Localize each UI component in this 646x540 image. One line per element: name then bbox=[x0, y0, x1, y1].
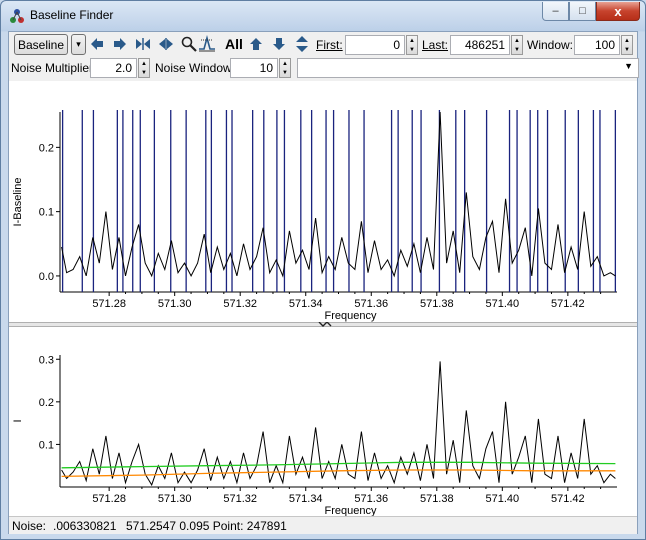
top-plot-panel[interactable]: 571.28 571.30 571.32 571.34 571.36 571.38 571.… bbox=[9, 81, 637, 322]
x-tick-label: 571.38 bbox=[420, 493, 454, 505]
close-icon: x bbox=[614, 3, 622, 19]
minimize-icon: – bbox=[552, 5, 559, 17]
x-tick-label: 571.30 bbox=[158, 298, 192, 310]
series-line-0 bbox=[61, 111, 616, 278]
noise-multiplier-spinner[interactable]: ▲ ▼ bbox=[138, 58, 150, 78]
shrink-horizontal-icon[interactable] bbox=[134, 35, 152, 53]
x-tick-label: 571.36 bbox=[354, 493, 388, 505]
last-label-text: Last: bbox=[422, 38, 449, 52]
x-tick-label: 571.32 bbox=[223, 493, 257, 505]
x-tick-label: 571.40 bbox=[485, 493, 519, 505]
y-tick-label: 0.1 bbox=[39, 439, 54, 451]
y-axis-label: I-Baseline bbox=[12, 178, 24, 227]
x-axis-label: Frequency bbox=[325, 505, 377, 516]
all-button[interactable]: All bbox=[225, 36, 243, 52]
noise-window-label: Noise Window: bbox=[155, 61, 236, 75]
baseline-dropdown-button[interactable]: ▾ bbox=[71, 34, 86, 55]
y-tick-label: 0.2 bbox=[39, 397, 54, 409]
last-label: Last: bbox=[422, 38, 448, 52]
expand-horizontal-icon[interactable] bbox=[157, 35, 175, 53]
window-spinner[interactable]: ▲ ▼ bbox=[621, 35, 633, 55]
baseline-button[interactable]: Baseline bbox=[14, 34, 68, 55]
arrow-left-icon[interactable] bbox=[88, 35, 106, 53]
x-tick-label: 571.36 bbox=[354, 298, 388, 310]
x-tick-label: 571.40 bbox=[485, 298, 519, 310]
arrow-down-icon[interactable] bbox=[270, 35, 288, 53]
noise-status-label: Noise: bbox=[12, 519, 47, 533]
bottom-plot[interactable]: 571.28 571.30 571.32 571.34 571.36 571.38 571.… bbox=[9, 327, 637, 517]
title-bar[interactable]: Baseline Finder – □ x bbox=[1, 1, 645, 31]
last-spinner[interactable]: ▲ ▼ bbox=[511, 35, 523, 55]
main-toolbar: Baseline ▾ All First: 0 ▲ ▼ Last: 486251… bbox=[9, 32, 637, 57]
x-tick-label: 571.38 bbox=[420, 298, 454, 310]
x-tick-label: 571.28 bbox=[92, 493, 126, 505]
top-plot[interactable]: 571.28 571.30 571.32 571.34 571.36 571.38 571.… bbox=[9, 81, 637, 322]
y-tick-label: 0.1 bbox=[39, 207, 54, 219]
bottom-plot-panel[interactable]: 571.28 571.30 571.32 571.34 571.36 571.38 571.… bbox=[9, 327, 637, 517]
noise-combo[interactable]: ▼ bbox=[297, 58, 639, 78]
first-field[interactable] bbox=[345, 35, 405, 55]
baseline-finder-window: Baseline Finder – □ x Baseline ▾ All Fir… bbox=[0, 0, 646, 540]
last-field[interactable] bbox=[450, 35, 510, 55]
app-icon bbox=[10, 9, 24, 23]
x-tick-label: 571.42 bbox=[551, 298, 585, 310]
window-label: Window: bbox=[527, 38, 574, 52]
status-bar: Noise: .006330821 571.2547 0.095 Point: … bbox=[9, 516, 637, 534]
window-field[interactable] bbox=[574, 35, 620, 55]
minimize-button[interactable]: – bbox=[542, 2, 569, 21]
noise-multiplier-label: Noise Multiplier: bbox=[11, 61, 97, 75]
x-tick-label: 571.32 bbox=[223, 298, 257, 310]
maximize-button[interactable]: □ bbox=[569, 2, 596, 21]
cursor-readout: 571.2547 0.095 Point: 247891 bbox=[126, 519, 287, 533]
arrow-right-icon[interactable] bbox=[111, 35, 129, 53]
arrow-up-icon[interactable] bbox=[247, 35, 265, 53]
close-button[interactable]: x bbox=[596, 2, 640, 21]
x-axis-label: Frequency bbox=[325, 310, 377, 322]
y-tick-label: 0.0 bbox=[39, 271, 54, 283]
y-tick-label: 0.3 bbox=[39, 354, 54, 366]
client-area: Baseline ▾ All First: 0 ▲ ▼ Last: 486251… bbox=[8, 31, 639, 534]
x-tick-label: 571.34 bbox=[289, 493, 323, 505]
first-label: First: bbox=[316, 38, 343, 52]
expand-vertical-icon[interactable] bbox=[293, 35, 311, 53]
y-axis-label: I bbox=[12, 419, 24, 422]
x-tick-label: 571.30 bbox=[158, 493, 192, 505]
x-tick-label: 571.28 bbox=[92, 298, 126, 310]
peak-marker-icon[interactable] bbox=[198, 35, 216, 53]
first-label-text: First: bbox=[316, 38, 343, 52]
noise-toolbar: Noise Multiplier: ▲▼ Noise Window: ▲▼ ▼ bbox=[9, 57, 639, 81]
chevron-down-icon: ▼ bbox=[624, 61, 633, 71]
x-tick-label: 571.42 bbox=[551, 493, 585, 505]
noise-status-value: .006330821 bbox=[53, 519, 117, 533]
zoom-icon[interactable] bbox=[180, 35, 198, 53]
noise-multiplier-field[interactable] bbox=[90, 58, 137, 78]
noise-window-field[interactable] bbox=[230, 58, 278, 78]
series-line-1 bbox=[61, 461, 616, 469]
noise-window-spinner[interactable]: ▲ ▼ bbox=[279, 58, 291, 78]
window-title: Baseline Finder bbox=[30, 8, 114, 22]
x-tick-label: 571.34 bbox=[289, 298, 323, 310]
maximize-icon: □ bbox=[579, 5, 586, 17]
first-spinner[interactable]: ▲ ▼ bbox=[406, 35, 418, 55]
y-tick-label: 0.2 bbox=[39, 142, 54, 154]
